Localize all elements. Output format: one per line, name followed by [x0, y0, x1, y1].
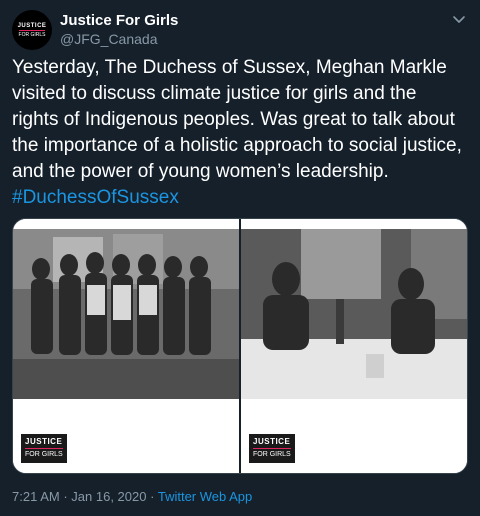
chevron-down-icon[interactable] — [450, 10, 468, 28]
avatar-logo-line1: JUSTICE — [17, 22, 47, 29]
hashtag-link[interactable]: #DuchessOfSussex — [12, 187, 179, 208]
tweet-text: Yesterday, The Duchess of Sussex, Meghan… — [12, 55, 468, 211]
logo-line1: JUSTICE — [253, 437, 291, 446]
user-handle[interactable]: @JFG_Canada — [60, 31, 157, 47]
justice-for-girls-logo: JUSTICE FOR GIRLS — [21, 434, 67, 463]
avatar-logo-line2: FOR GIRLS — [18, 29, 46, 38]
tweet-body: Yesterday, The Duchess of Sussex, Meghan… — [12, 57, 462, 182]
media-grid: JUSTICE FOR GIRLS JUSTICE FOR GIRLS — [12, 218, 468, 474]
photo-group[interactable]: JUSTICE FOR GIRLS — [13, 219, 239, 473]
group-photo — [13, 229, 239, 399]
avatar[interactable]: JUSTICE FOR GIRLS — [12, 10, 52, 50]
tweet-meta: 7:21 AM · Jan 16, 2020 · Twitter Web App — [12, 489, 252, 504]
tweet-date[interactable]: Jan 16, 2020 — [71, 489, 146, 504]
tweet-time[interactable]: 7:21 AM — [12, 489, 60, 504]
meta-separator: · — [63, 489, 68, 504]
justice-for-girls-logo: JUSTICE FOR GIRLS — [249, 434, 295, 463]
meeting-photo — [241, 229, 467, 399]
logo-line2: FOR GIRLS — [25, 448, 63, 460]
logo-line2: FOR GIRLS — [253, 448, 291, 460]
logo-line1: JUSTICE — [25, 437, 63, 446]
display-name[interactable]: Justice For Girls — [60, 12, 178, 29]
meta-separator: · — [150, 489, 155, 504]
photo-meeting[interactable]: JUSTICE FOR GIRLS — [239, 219, 467, 473]
source-app-link[interactable]: Twitter Web App — [158, 489, 252, 504]
